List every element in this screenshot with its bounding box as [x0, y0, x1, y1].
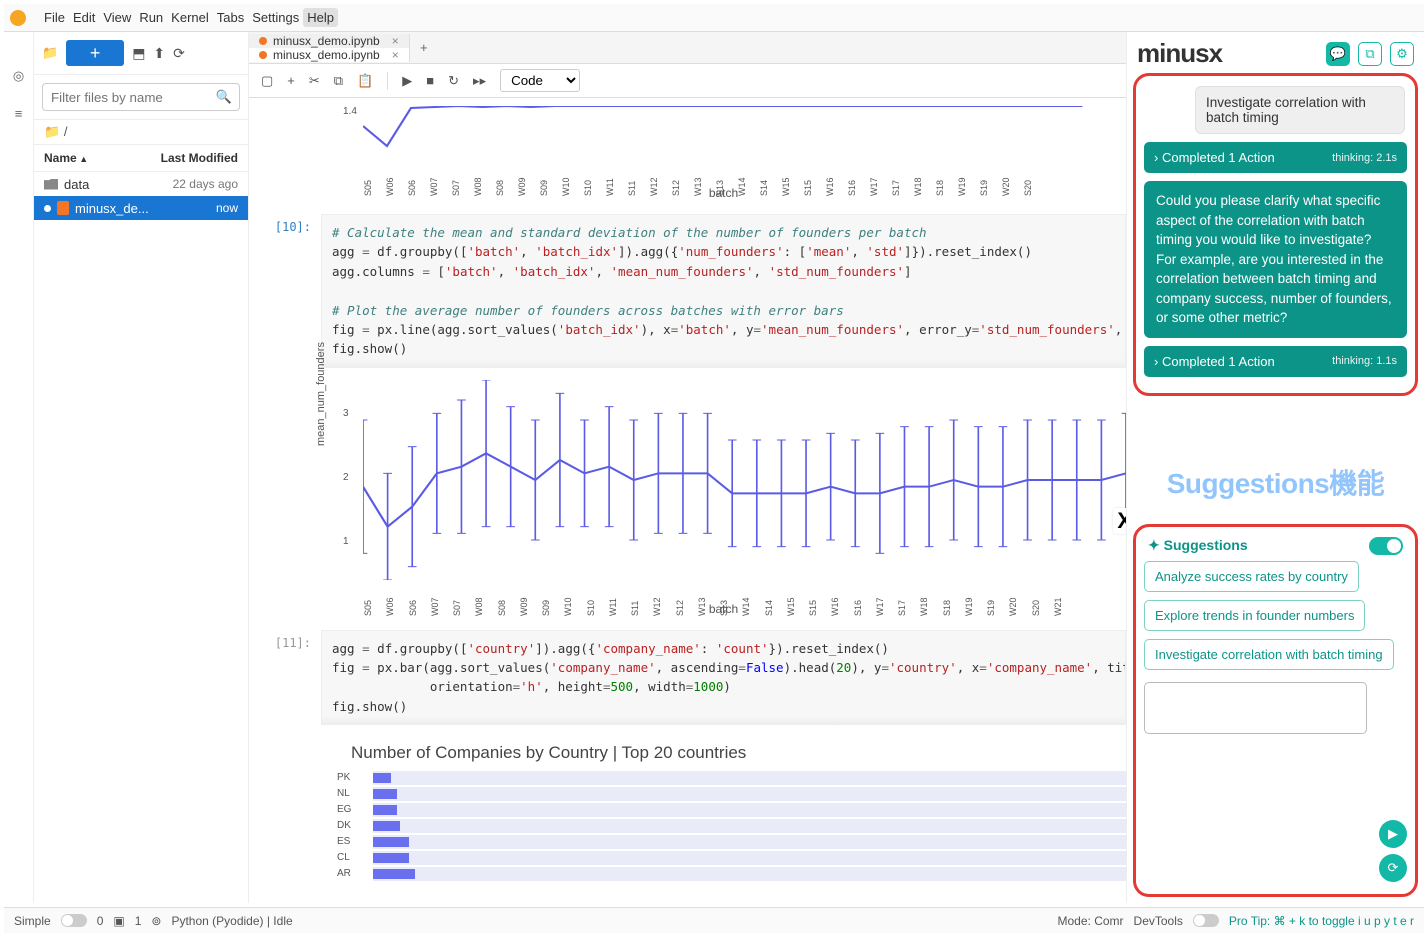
breadcrumb[interactable]: 📁 / [34, 120, 248, 145]
status-bar: Simple 0 ▣ 1 ⊚ Python (Pyodide) | Idle M… [4, 907, 1424, 933]
notebook-tab[interactable]: minusx_demo.ipynb× [249, 34, 410, 48]
menu-run[interactable]: Run [135, 8, 167, 27]
kernel-icon: ⊚ [151, 914, 161, 928]
chat-icon[interactable]: 💬 [1326, 42, 1350, 66]
add-tab-button[interactable]: + [410, 40, 438, 55]
close-icon[interactable]: × [386, 48, 399, 62]
brand-logo: minusx [1137, 38, 1222, 69]
chart-title: Number of Companies by Country | Top 20 … [321, 733, 1126, 771]
plot-output-2: PKNLEGDKESCLAR [373, 771, 1126, 891]
devtools-toggle[interactable] [1193, 914, 1219, 927]
file-row[interactable]: data22 days ago [34, 172, 248, 196]
suggestion-chip[interactable]: Explore trends in founder numbers [1144, 600, 1365, 631]
terminal-icon[interactable]: ▣ [113, 914, 124, 928]
file-row[interactable]: minusx_de...now [34, 196, 248, 220]
cut-icon[interactable]: ✂ [309, 73, 320, 89]
settings-icon[interactable]: ⚙ [1390, 42, 1414, 66]
code-cell[interactable]: agg = df.groupby(['country']).agg({'comp… [321, 630, 1126, 726]
folder-icon [44, 179, 58, 190]
floating-x-icon[interactable]: X [1113, 508, 1126, 534]
new-button[interactable]: + [66, 40, 124, 66]
select-icon[interactable]: ⧉ [1358, 42, 1382, 66]
notebook-area: minusx_demo.ipynb×minusx_demo.ipynb× + ▢… [249, 32, 1127, 903]
menu-tabs[interactable]: Tabs [213, 8, 248, 27]
menu-settings[interactable]: Settings [248, 8, 303, 27]
menu-bar: FileEditViewRunKernelTabsSettingsHelp [4, 4, 1424, 32]
run-all-icon[interactable]: ▸▸ [473, 73, 486, 89]
cell-prompt: [10]: [261, 214, 321, 368]
action-status[interactable]: › Completed 1 Action thinking: 1.1s [1144, 346, 1407, 377]
run-icon[interactable]: ▶ [402, 73, 412, 89]
folder-open-icon[interactable]: 📁 [42, 45, 58, 61]
add-cell-icon[interactable]: + [287, 73, 295, 88]
paste-icon[interactable]: 📋 [357, 73, 373, 89]
menu-edit[interactable]: Edit [69, 8, 99, 27]
file-list-header[interactable]: Name Last Modified [34, 145, 248, 172]
suggestions-heading: Suggestions機能 [1127, 462, 1424, 502]
send-button[interactable]: ▶ [1379, 820, 1407, 848]
upload-icon[interactable]: ⬆ [153, 45, 165, 62]
side-panel: minusx 💬 ⧉ ⚙ Investigate correlation wit… [1127, 32, 1424, 903]
file-filter-input[interactable] [42, 83, 240, 111]
menu-file[interactable]: File [40, 8, 69, 27]
cell-prompt: [11]: [261, 630, 321, 726]
activity-rail: ◎ ≡ [4, 32, 34, 903]
notebook-toolbar: ▢ + ✂ ⧉ 📋 ▶ ■ ↻ ▸▸ Code [249, 64, 1126, 98]
cell-type-select[interactable]: Code [500, 69, 580, 92]
menu-view[interactable]: View [99, 8, 135, 27]
restart-icon[interactable]: ↻ [448, 73, 459, 89]
search-icon: 🔍 [216, 89, 232, 105]
regen-button[interactable]: ⟳ [1379, 854, 1407, 882]
file-browser: 📁 + ⬒ ⬆ ⟳ 🔍 📁 / Name Last Modified data2… [34, 32, 249, 903]
target-icon[interactable]: ◎ [13, 68, 24, 84]
code-cell[interactable]: # Calculate the mean and standard deviat… [321, 214, 1126, 368]
notebook-tab[interactable]: minusx_demo.ipynb× [249, 48, 410, 62]
suggestion-chip[interactable]: Investigate correlation with batch timin… [1144, 639, 1394, 670]
simple-toggle[interactable] [61, 914, 87, 927]
list-icon[interactable]: ≡ [15, 106, 23, 121]
chat-highlight-box: Investigate correlation with batch timin… [1133, 73, 1418, 396]
copy-icon[interactable]: ⧉ [334, 73, 343, 89]
kernel-status[interactable]: Python (Pyodide) | Idle [171, 914, 292, 928]
refresh-icon[interactable]: ⟳ [173, 45, 185, 62]
user-message: Investigate correlation with batch timin… [1195, 86, 1405, 134]
menu-help[interactable]: Help [303, 8, 338, 27]
action-status[interactable]: › Completed 1 Action thinking: 2.1s [1144, 142, 1407, 173]
suggestions-toggle[interactable] [1369, 537, 1403, 555]
tab-bar: minusx_demo.ipynb×minusx_demo.ipynb× + [249, 32, 1126, 64]
jupyter-logo-icon [10, 10, 26, 26]
plot-output-0: 1.4 S05W06S06W07S07W08S08W09S09W10S10W11… [321, 106, 1126, 200]
menu-kernel[interactable]: Kernel [167, 8, 213, 27]
chat-input[interactable] [1144, 682, 1367, 734]
save-icon[interactable]: ▢ [261, 73, 273, 89]
close-icon[interactable]: × [386, 34, 399, 48]
suggestion-chip[interactable]: Analyze success rates by country [1144, 561, 1359, 592]
plot-output-1: mean_num_founders 1 2 3 S05W06S06W07S07W… [321, 380, 1126, 616]
dirty-icon [259, 37, 267, 45]
dirty-icon [259, 51, 267, 59]
upload-folder-icon[interactable]: ⬒ [132, 45, 145, 62]
ai-message: Could you please clarify what specific a… [1144, 181, 1407, 338]
suggestions-highlight-box: ✦ Suggestions Analyze success rates by c… [1133, 524, 1418, 897]
notebook-icon [57, 201, 69, 215]
stop-icon[interactable]: ■ [426, 73, 434, 88]
